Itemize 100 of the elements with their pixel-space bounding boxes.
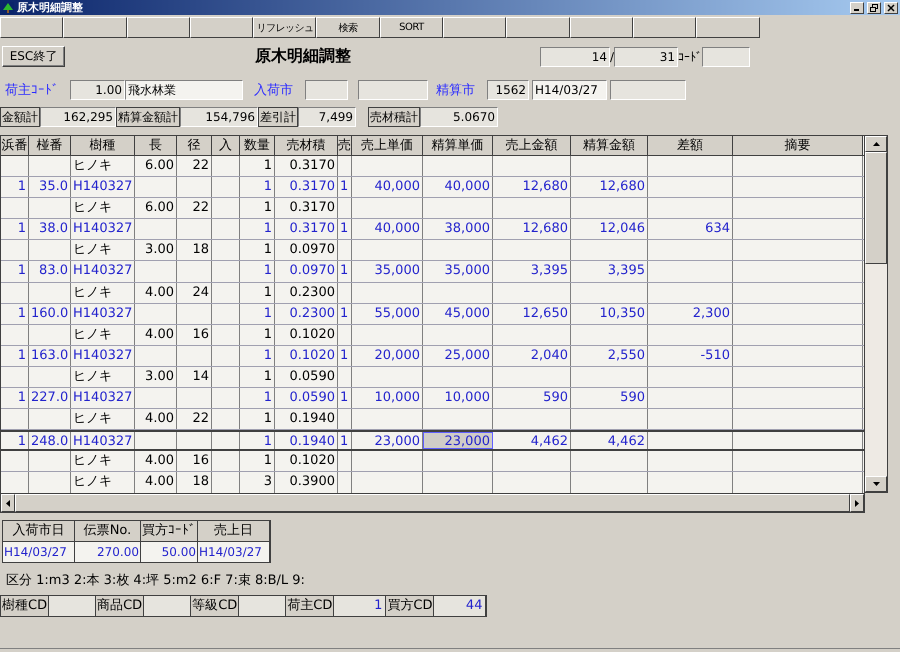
toolbar-button[interactable]: [443, 17, 506, 38]
column-header[interactable]: 売上金額: [493, 136, 571, 155]
column-header[interactable]: 径: [177, 136, 212, 155]
table-cell: 35,000: [352, 261, 423, 282]
scroll-thumb[interactable]: [865, 152, 887, 264]
toolbar-button[interactable]: [632, 17, 696, 38]
table-row[interactable]: ヒノキ 4.00 16 1 0.1020: [1, 451, 864, 472]
table-row[interactable]: ヒノキ 4.00 22 1 0.1940: [1, 409, 864, 430]
code-field[interactable]: 44: [434, 596, 486, 616]
left-arrow-icon: [6, 500, 10, 506]
minimize-button[interactable]: [850, 2, 864, 14]
total-field[interactable]: 7,499: [298, 107, 356, 127]
column-header[interactable]: 精算金額: [571, 136, 648, 155]
arrival-market-field[interactable]: [305, 80, 348, 100]
column-header[interactable]: 売材積: [275, 136, 338, 155]
settlement-name-field[interactable]: [610, 80, 686, 100]
table-row[interactable]: ヒノキ 4.00 16 1 0.1020: [1, 324, 864, 346]
code-field[interactable]: [144, 596, 192, 616]
code-field[interactable]: 1: [334, 596, 386, 616]
table-cell: 12,046: [571, 219, 648, 240]
shipper-code-field[interactable]: 1.00: [70, 80, 125, 100]
scroll-up-button[interactable]: [865, 136, 887, 152]
column-header[interactable]: 売上単価: [352, 136, 423, 155]
up-arrow-icon: [872, 142, 880, 146]
toolbar-button[interactable]: SORT: [380, 17, 444, 38]
column-header[interactable]: 数量: [240, 136, 275, 155]
vertical-scrollbar[interactable]: [865, 135, 888, 493]
table-cell: 0.0590: [275, 366, 338, 388]
table-row[interactable]: ヒノキ 4.00 24 1 0.2300: [1, 282, 864, 304]
toolbar-button[interactable]: [696, 17, 760, 38]
toolbar-button[interactable]: リフレッシュ: [253, 17, 316, 38]
table-cell: 1: [1, 432, 29, 450]
column-header[interactable]: 入: [212, 136, 240, 155]
exit-button[interactable]: ESC終了: [2, 46, 65, 67]
table-row[interactable]: 1 163.0 H140327 1 0.1020 1 20,000 25,000 2,040 2,550 -510: [1, 346, 864, 367]
column-header[interactable]: 差額: [648, 136, 733, 155]
scroll-left-button[interactable]: [1, 494, 15, 512]
table-cell: 1: [338, 261, 352, 282]
column-header[interactable]: 摘要: [733, 136, 863, 155]
total-field[interactable]: 5.0670: [420, 107, 498, 127]
scroll-down-button[interactable]: [865, 476, 887, 492]
settlement-market-field[interactable]: 1562: [487, 80, 529, 100]
table-row[interactable]: ヒノキ 3.00 14 1 0.0590: [1, 366, 864, 388]
toolbar-button[interactable]: [506, 17, 570, 38]
table-cell[interactable]: 50.00: [141, 542, 198, 562]
code-field[interactable]: [702, 46, 750, 66]
column-header[interactable]: 浜番: [1, 136, 29, 155]
arrival-market-name-field[interactable]: [358, 80, 428, 100]
table-cell: 0.0970: [275, 261, 338, 282]
table-row[interactable]: ヒノキ 3.00 18 1 0.0970: [1, 240, 864, 262]
table-cell: 1: [338, 388, 352, 408]
shipper-label: 荷主ｺｰﾄﾞ: [5, 82, 60, 99]
table-cell[interactable]: 270.00: [75, 542, 141, 562]
table-row[interactable]: 1 38.0 H140327 1 0.3170 1 40,000 38,000 12,680 12,046 634: [1, 219, 864, 240]
table-row[interactable]: ヒノキ 6.00 22 1 0.3170: [1, 156, 864, 178]
scroll-right-button[interactable]: [850, 494, 864, 512]
table-cell: 590: [571, 388, 648, 408]
table-row[interactable]: 1 83.0 H140327 1 0.0970 1 35,000 35,000 3,395 3,395: [1, 261, 864, 283]
table-cell: 1: [240, 261, 275, 282]
restore-button[interactable]: [867, 2, 881, 14]
toolbar-button[interactable]: [126, 17, 190, 38]
table-row[interactable]: 1 35.0 H140327 1 0.3170 1 40,000 40,000 12,680 12,680: [1, 177, 864, 198]
toolbar-button[interactable]: 検索: [316, 17, 380, 38]
table-row[interactable]: ヒノキ 6.00 22 1 0.3170: [1, 198, 864, 220]
total-field[interactable]: 154,796: [180, 107, 258, 127]
toolbar-button[interactable]: [570, 17, 633, 38]
table-row[interactable]: 1 248.0 H140327 1 0.1940 1 23,000 23,000 4,462 4,462: [1, 430, 864, 452]
table-cell: 3.00: [135, 366, 177, 388]
table-cell: H140327: [71, 219, 135, 240]
down-arrow-icon: [872, 482, 880, 486]
column-header[interactable]: 精算単価: [423, 136, 493, 155]
code-field[interactable]: [49, 596, 96, 616]
table-cell[interactable]: H14/03/27: [198, 542, 270, 562]
column-header[interactable]: 長: [135, 136, 177, 155]
table-cell: ヒノキ: [71, 324, 135, 345]
column-header[interactable]: 樹種: [71, 136, 135, 155]
total-field[interactable]: 162,295: [40, 107, 116, 127]
toolbar-button[interactable]: [0, 17, 64, 38]
table-cell: 1: [240, 282, 275, 303]
code-field[interactable]: [239, 596, 286, 616]
separator-label: /: [610, 50, 614, 64]
column-header[interactable]: 椪番: [29, 136, 71, 155]
table-row[interactable]: 1 227.0 H140327 1 0.0590 1 10,000 10,000 590 590: [1, 388, 864, 410]
table-cell: 1: [240, 324, 275, 345]
form-title: 原木明細調整: [255, 46, 352, 67]
close-button[interactable]: [884, 2, 898, 14]
total-field[interactable]: 31: [614, 46, 678, 66]
table-cell: ヒノキ: [71, 451, 135, 472]
column-header[interactable]: 売: [338, 136, 352, 155]
page-field[interactable]: 14: [540, 46, 610, 66]
toolbar-button[interactable]: [190, 17, 254, 38]
table-cell: 83.0: [29, 261, 71, 282]
table-cell: 4.00: [135, 324, 177, 345]
table-row[interactable]: 1 160.0 H140327 1 0.2300 1 55,000 45,000 12,650 10,350 2,300: [1, 304, 864, 325]
shipper-name-field[interactable]: 飛水林業: [125, 80, 243, 100]
date-field[interactable]: H14/03/27: [532, 80, 607, 100]
table-cell: 1: [240, 346, 275, 366]
table-cell: 16: [177, 451, 212, 472]
toolbar-button[interactable]: [63, 17, 127, 38]
table-cell[interactable]: H14/03/27: [3, 542, 75, 562]
